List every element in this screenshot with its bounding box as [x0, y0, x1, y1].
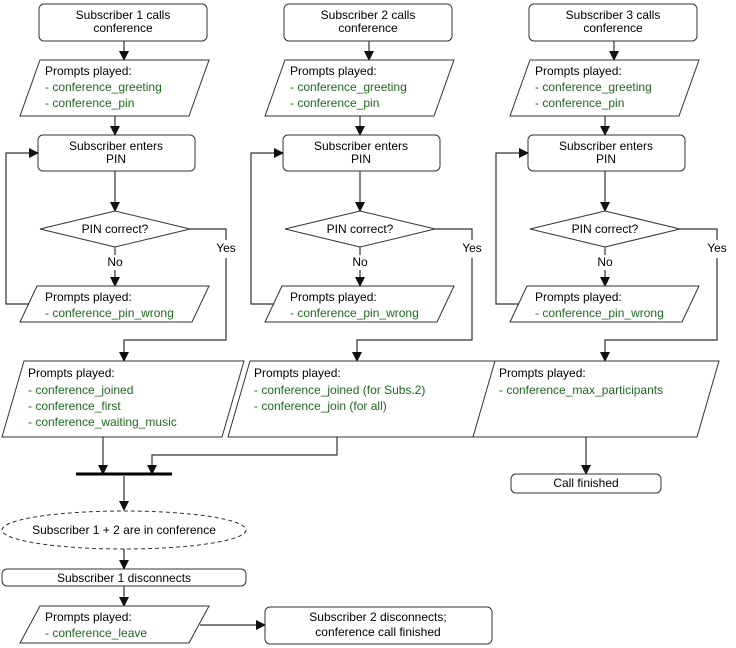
start-label: Subscriber 3 calls: [566, 8, 661, 22]
prompt-item: - conference_greeting: [535, 80, 652, 94]
connector-line: [190, 228, 227, 240]
yes-label: Yes: [707, 241, 727, 255]
prompts-header: Prompts played:: [499, 366, 586, 380]
prompts-header: Prompts played:: [535, 64, 622, 78]
prompts-header: Prompts played:: [45, 610, 132, 624]
prompt-item: - conference_leave: [45, 626, 147, 640]
call-finished-label: Call finished: [553, 476, 618, 490]
prompt-item: - conference_greeting: [290, 80, 407, 94]
decision-label: PIN correct?: [82, 222, 149, 236]
prompts-header: Prompts played:: [45, 290, 132, 304]
connector-line: [147, 437, 338, 475]
prompt-item: - conference_pin_wrong: [45, 306, 174, 320]
prompts-header: Prompts played:: [28, 366, 115, 380]
decision-label: PIN correct?: [572, 222, 639, 236]
start-label: Subscriber 2 calls: [321, 8, 416, 22]
connector-line: [680, 228, 718, 240]
connector-line: [435, 228, 473, 240]
prompt-item: - conference_first: [28, 399, 121, 413]
prompts-header: Prompts played:: [45, 64, 132, 78]
no-label: No: [107, 255, 123, 269]
prompt-item: - conference_pin_wrong: [290, 306, 419, 320]
start-label: Subscriber 1 calls: [76, 8, 171, 22]
prompts-header: Prompts played:: [254, 366, 341, 380]
prompt-item: - conference_pin_wrong: [535, 306, 664, 320]
no-label: No: [352, 255, 368, 269]
no-label: No: [597, 255, 613, 269]
enter-pin-label: PIN: [106, 152, 126, 166]
enter-pin-label: PIN: [596, 152, 616, 166]
prompts-header: Prompts played:: [290, 290, 377, 304]
in-conference-label: Subscriber 1 + 2 are in conference: [32, 523, 216, 537]
prompts-header: Prompts played:: [290, 64, 377, 78]
decision-label: PIN correct?: [327, 222, 394, 236]
prompt-item: - conference_joined: [28, 383, 133, 397]
prompt-item: - conference_greeting: [45, 80, 162, 94]
prompt-item: - conference_joined (for Subs.2): [254, 383, 425, 397]
prompt-item: - conference_pin: [535, 96, 624, 110]
enter-pin-label: Subscriber enters: [314, 139, 408, 153]
prompt-item: - conference_max_participants: [499, 383, 663, 397]
retry-loop-line: [5, 148, 39, 305]
prompt-item: - conference_join (for all): [254, 399, 387, 413]
retry-loop-line: [495, 148, 529, 305]
disconnects-label: Subscriber 1 disconnects: [57, 571, 191, 585]
start-label: conference: [583, 21, 643, 35]
enter-pin-label: Subscriber enters: [69, 139, 163, 153]
retry-loop-line: [250, 148, 284, 305]
start-label: conference: [338, 21, 398, 35]
start-label: conference: [93, 21, 153, 35]
yes-label: Yes: [462, 241, 482, 255]
prompt-item: - conference_waiting_music: [28, 415, 177, 429]
prompts-header: Prompts played:: [535, 290, 622, 304]
prompt-item: - conference_pin: [45, 96, 134, 110]
flowchart: Subscriber 1 callsconferencePrompts play…: [1, 3, 727, 645]
final-label: Subscriber 2 disconnects;: [309, 610, 446, 624]
yes-label: Yes: [216, 241, 236, 255]
final-label: conference call finished: [315, 625, 440, 639]
enter-pin-label: Subscriber enters: [559, 139, 653, 153]
prompt-item: - conference_pin: [290, 96, 379, 110]
enter-pin-label: PIN: [351, 152, 371, 166]
